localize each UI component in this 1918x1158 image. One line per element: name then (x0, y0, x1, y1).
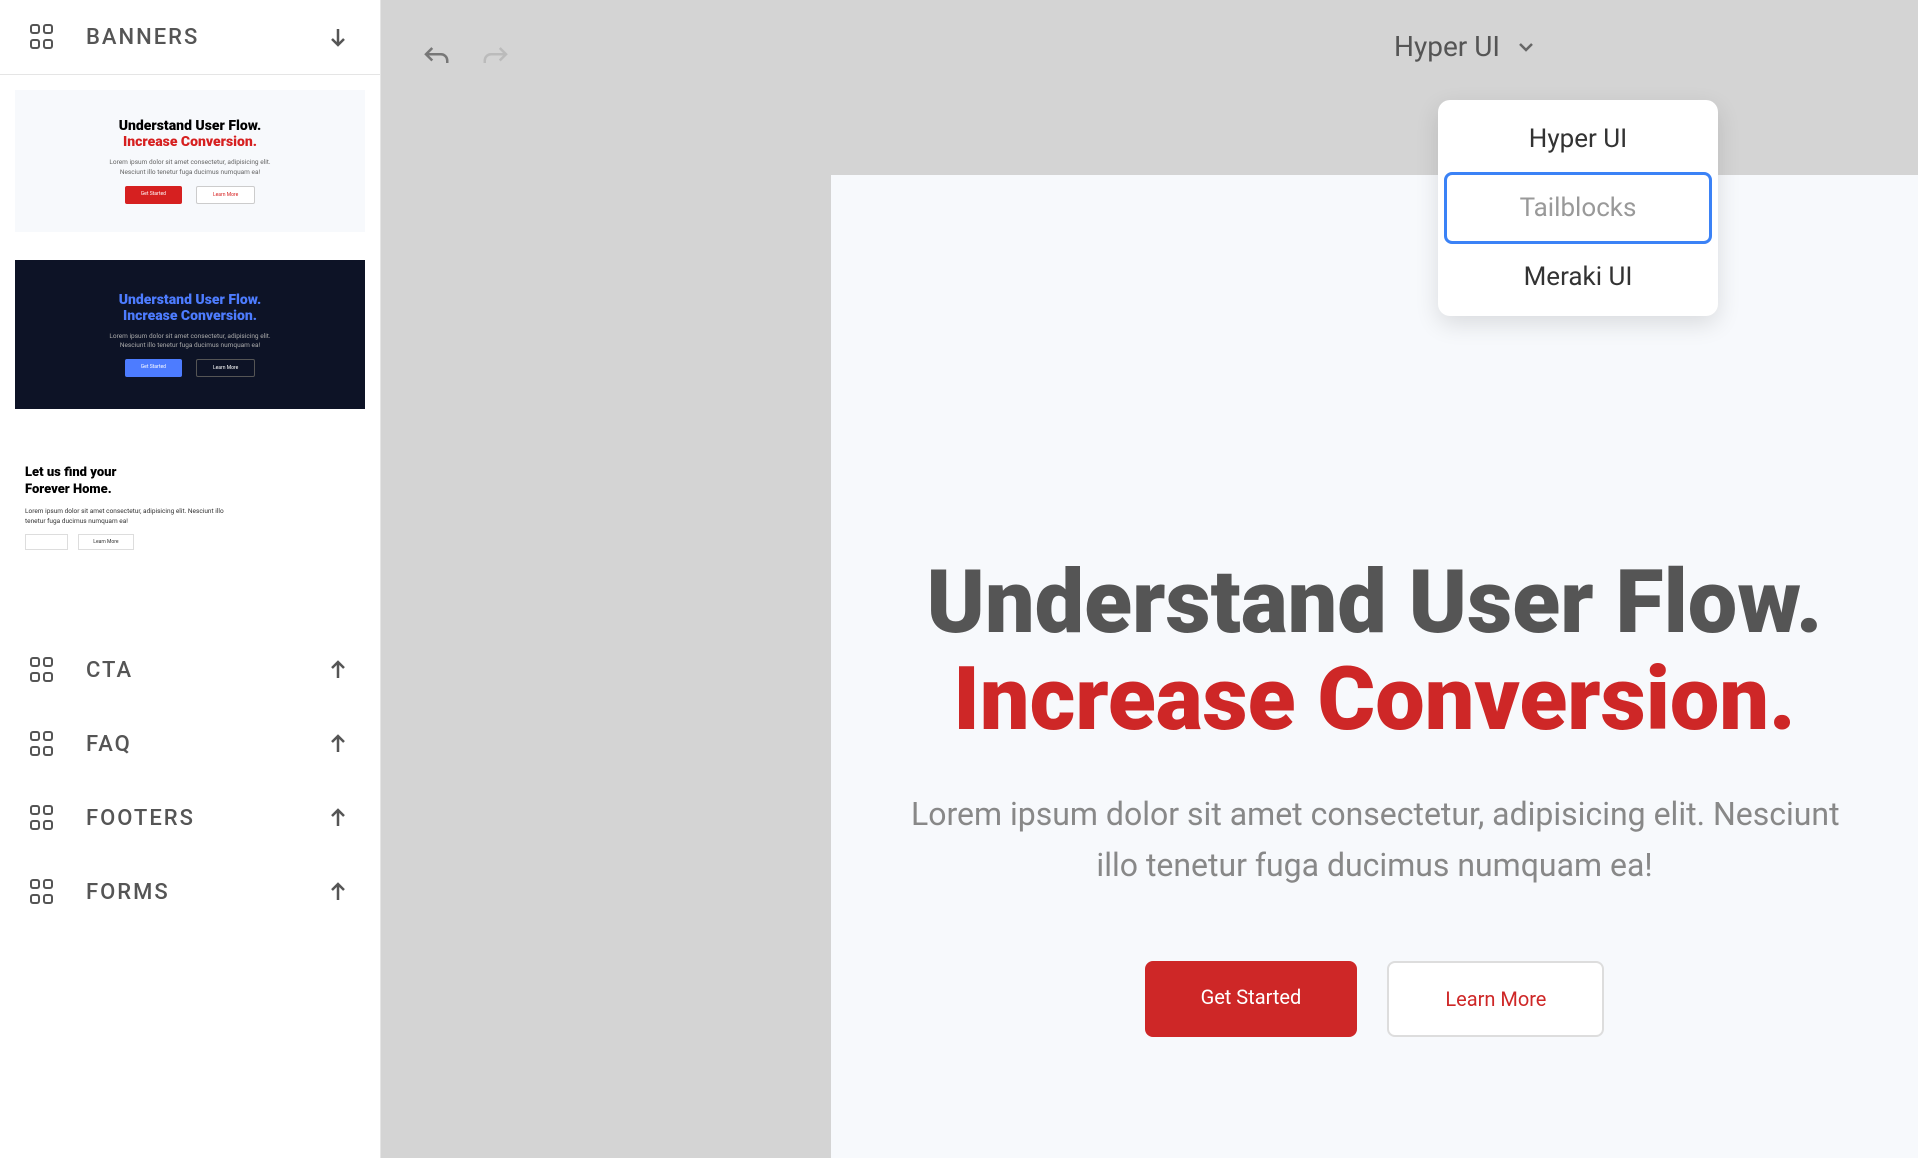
preview-heading-2: Increase Conversion. (35, 134, 345, 150)
sidebar-section-faq[interactable]: FAQ (0, 707, 380, 781)
banner-preview-3[interactable]: Let us find your Forever Home. Lorem ips… (15, 437, 365, 578)
preview-btn-primary: Get Started (125, 186, 182, 204)
redo-button[interactable] (481, 43, 511, 73)
section-title: FOOTERS (86, 806, 326, 831)
library-dropdown-menu: Hyper UI Tailblocks Meraki UI (1438, 100, 1718, 316)
grid-icon (30, 731, 56, 757)
canvas-desc: Lorem ipsum dolor sit amet consectetur, … (911, 789, 1838, 891)
banner-preview-2[interactable]: Understand User Flow. Increase Conversio… (15, 260, 365, 410)
preview-heading-2: Increase Conversion. (35, 308, 345, 324)
section-title: BANNERS (86, 25, 326, 50)
grid-icon (30, 657, 56, 683)
banner-previews: Understand User Flow. Increase Conversio… (0, 75, 380, 593)
grid-icon (30, 24, 56, 50)
section-title: FAQ (86, 732, 326, 757)
preview-desc: Lorem ipsum dolor sit amet consectetur, … (100, 332, 280, 352)
preview-desc: Lorem ipsum dolor sit amet consectetur, … (25, 507, 235, 527)
dropdown-item-merakiui[interactable]: Meraki UI (1444, 244, 1712, 310)
chevron-down-icon (1514, 35, 1538, 59)
preview-heading-2: Forever Home. (25, 482, 355, 499)
canvas-desc-line2: illo tenetur fuga ducimus numquam ea! (911, 840, 1838, 891)
sidebar-section-cta[interactable]: CTA (0, 633, 380, 707)
dropdown-item-tailblocks[interactable]: Tailblocks (1444, 172, 1712, 244)
preview-btn-primary: Get Started (125, 359, 182, 377)
section-title: CTA (86, 658, 326, 683)
sidebar-section-forms[interactable]: FORMS (0, 855, 380, 929)
canvas-btn-secondary[interactable]: Learn More (1387, 961, 1604, 1037)
arrow-up-icon (326, 880, 350, 904)
grid-icon (30, 805, 56, 831)
canvas-desc-line1: Lorem ipsum dolor sit amet consectetur, … (911, 789, 1838, 840)
preview-heading-1: Understand User Flow. (35, 118, 345, 134)
grid-icon (30, 879, 56, 905)
dropdown-selected-label: Hyper UI (1394, 30, 1500, 63)
preview-btn-secondary: Learn More (196, 359, 255, 377)
arrow-up-icon (326, 658, 350, 682)
undo-button[interactable] (421, 43, 451, 73)
canvas-heading-2: Increase Conversion. (911, 652, 1838, 749)
sidebar-section-footers[interactable]: FOOTERS (0, 781, 380, 855)
library-dropdown-trigger[interactable]: Hyper UI (1394, 30, 1538, 63)
sidebar: BANNERS Understand User Flow. Increase C… (0, 0, 381, 1158)
canvas-btn-primary[interactable]: Get Started (1145, 961, 1358, 1037)
main-area: Hyper UI Hyper UI Tailblocks Meraki UI U… (381, 0, 1918, 1158)
preview-btn-secondary: Learn More (78, 534, 133, 550)
arrow-down-icon (326, 25, 350, 49)
preview-input (25, 534, 68, 550)
canvas-banner[interactable]: Understand User Flow. Increase Conversio… (831, 175, 1918, 1158)
toolbar: Hyper UI Hyper UI Tailblocks Meraki UI (381, 0, 1918, 115)
preview-btn-secondary: Learn More (196, 186, 255, 204)
arrow-up-icon (326, 732, 350, 756)
arrow-up-icon (326, 806, 350, 830)
preview-desc: Lorem ipsum dolor sit amet consectetur, … (100, 158, 280, 178)
section-title: FORMS (86, 880, 326, 905)
sidebar-section-banners[interactable]: BANNERS (0, 0, 380, 75)
dropdown-item-hyperui[interactable]: Hyper UI (1444, 106, 1712, 172)
preview-heading-1: Understand User Flow. (35, 292, 345, 308)
banner-preview-1[interactable]: Understand User Flow. Increase Conversio… (15, 90, 365, 232)
preview-heading-1: Let us find your (25, 465, 355, 482)
canvas-heading-1: Understand User Flow. (911, 555, 1838, 652)
